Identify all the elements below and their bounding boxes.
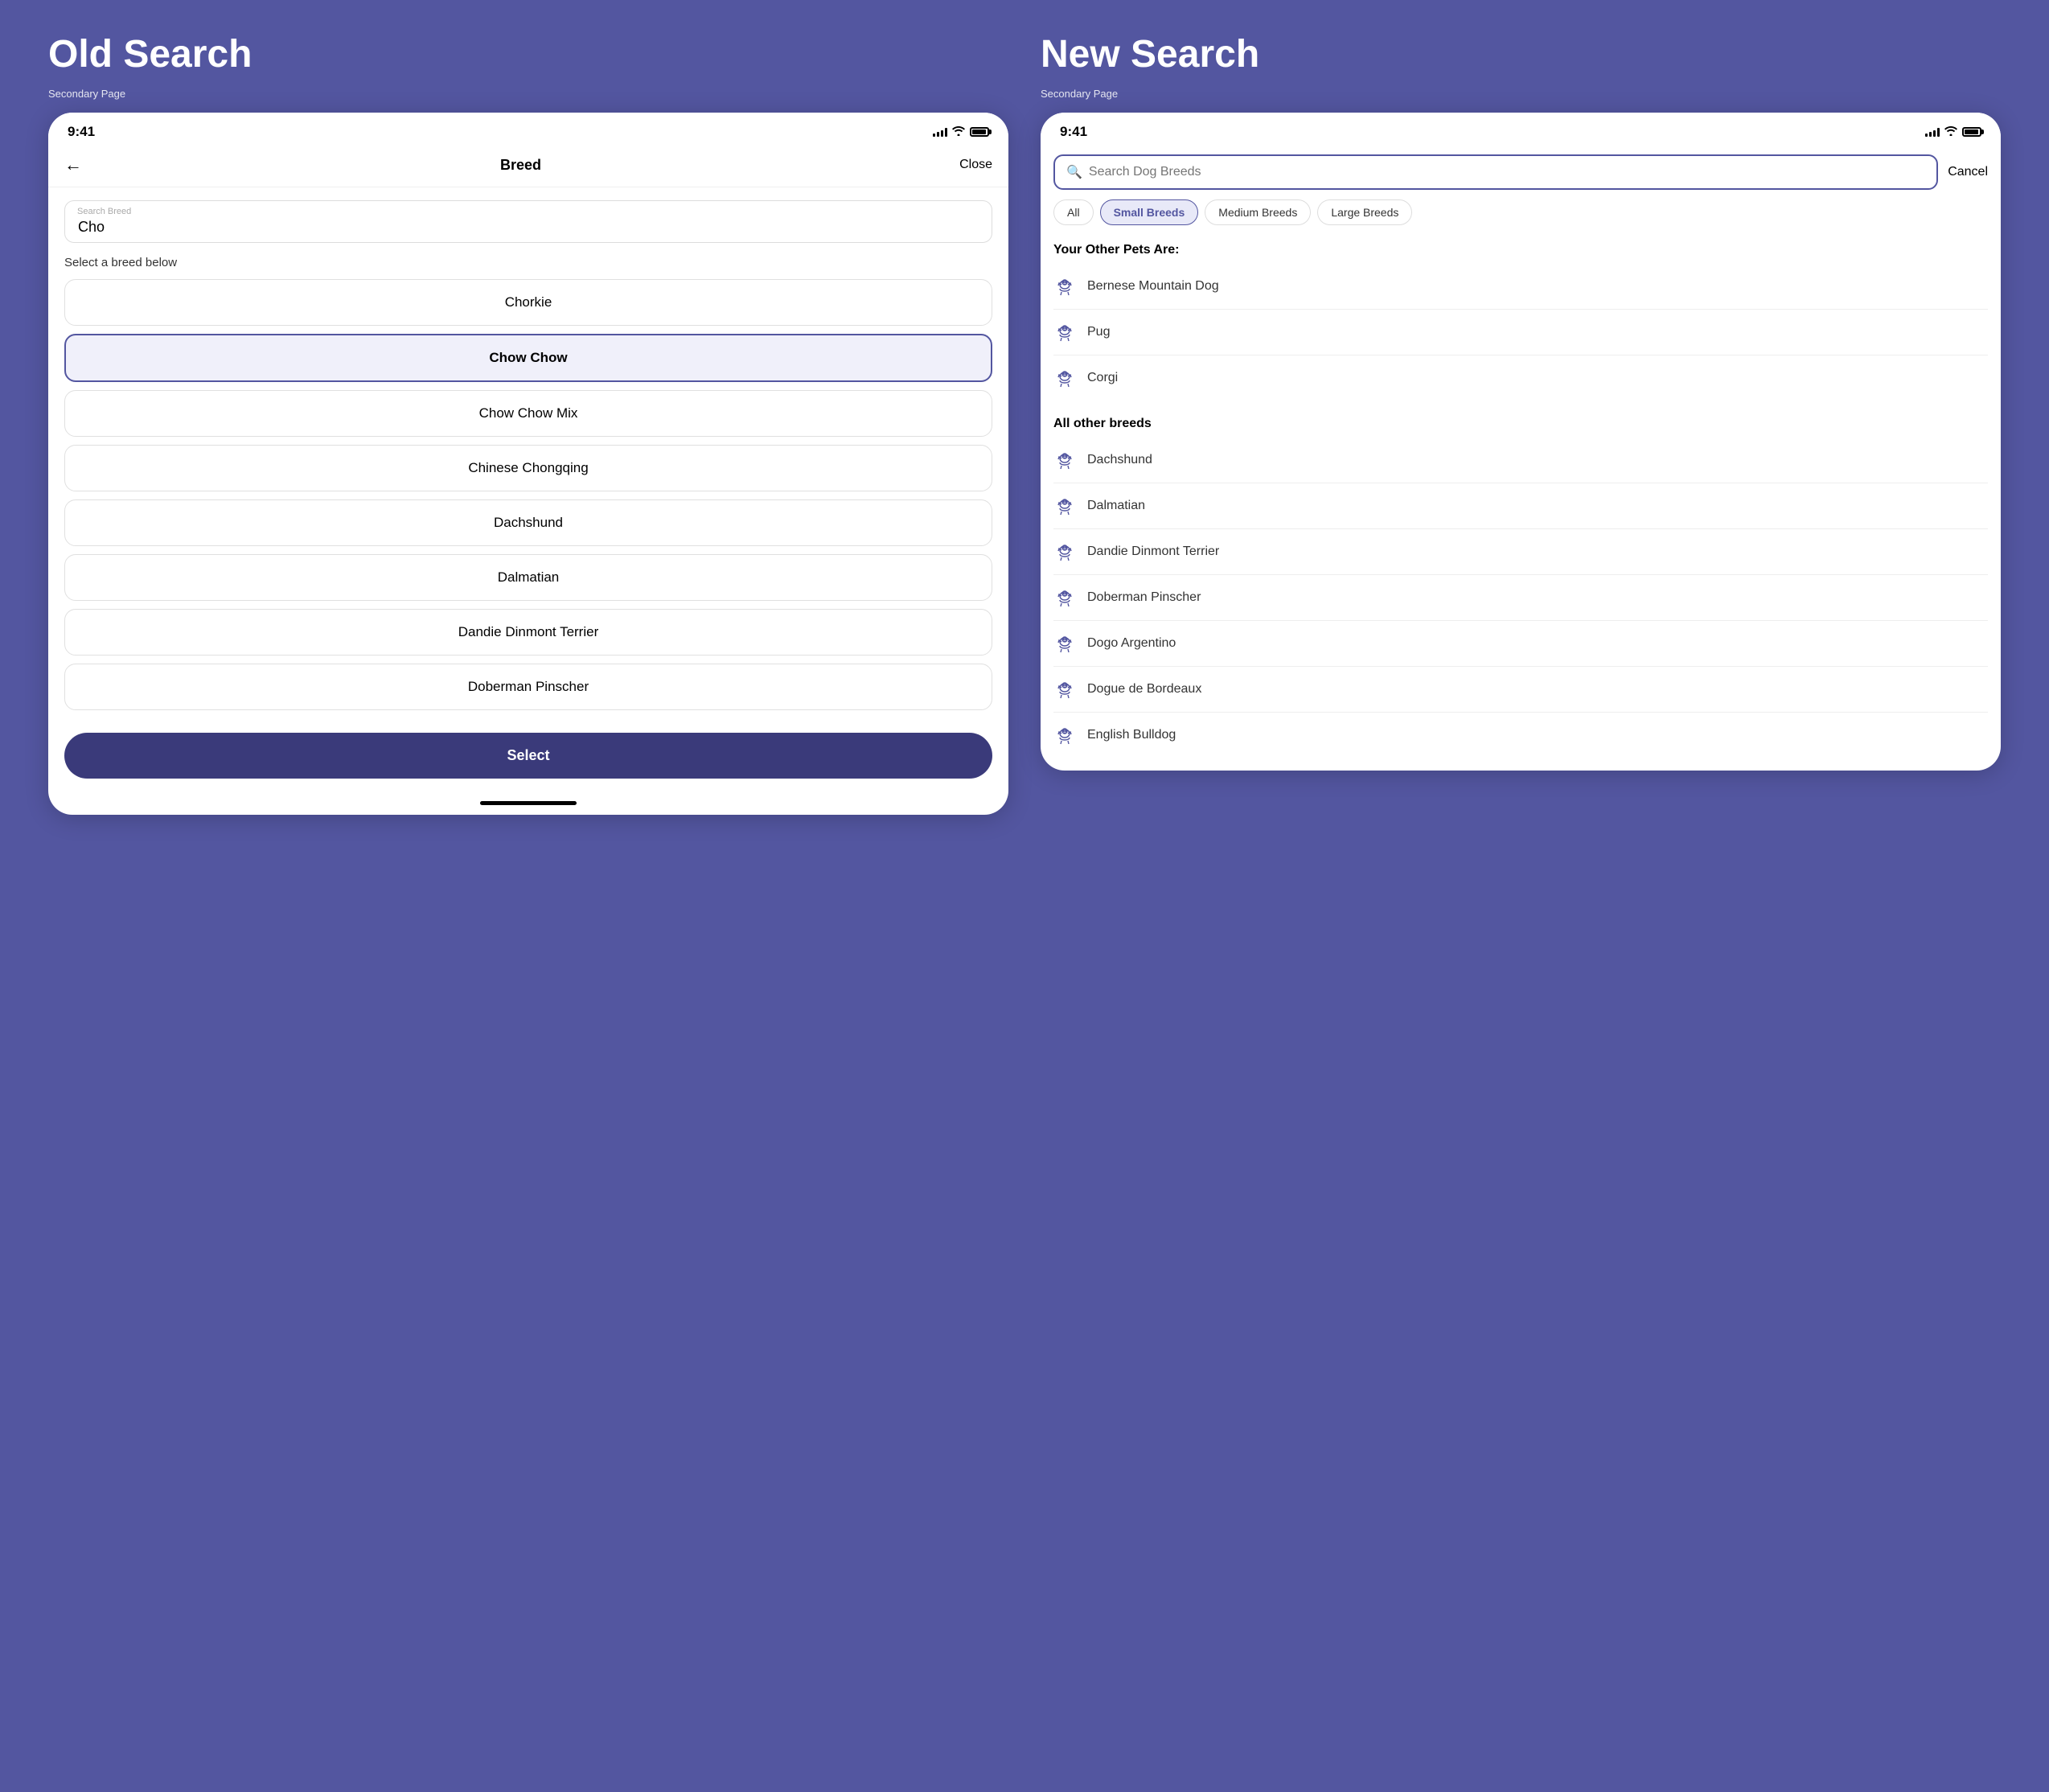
filter-chip[interactable]: All	[1053, 199, 1094, 225]
old-search-column: Old Search Secondary Page 9:41	[48, 32, 1008, 815]
your-pet-item[interactable]: Corgi	[1053, 356, 1988, 401]
your-pet-item[interactable]: Pug	[1053, 310, 1988, 356]
new-wifi-icon	[1944, 126, 1957, 138]
new-signal-bars	[1925, 127, 1940, 137]
home-indicator	[48, 795, 1008, 815]
breed-list-item[interactable]: Dogo Argentino	[1053, 621, 1988, 667]
dog-icon	[1053, 321, 1076, 343]
old-status-icons	[933, 126, 989, 138]
breed-name: Doberman Pinscher	[1087, 590, 1201, 605]
close-button[interactable]: Close	[959, 158, 992, 172]
breed-btn[interactable]: Dalmatian	[64, 554, 992, 601]
new-search-title: New Search	[1041, 32, 2001, 76]
breed-list-item[interactable]: Doberman Pinscher	[1053, 575, 1988, 621]
new-search-input-wrap[interactable]: 🔍	[1053, 154, 1938, 190]
new-status-bar: 9:41	[1041, 113, 2001, 146]
new-search-dog-breeds-input[interactable]	[1089, 165, 1925, 179]
old-secondary-label: Secondary Page	[48, 88, 1008, 100]
dog-icon	[1053, 540, 1076, 563]
filter-chip[interactable]: Medium Breeds	[1205, 199, 1311, 225]
back-button[interactable]: ←	[64, 154, 82, 175]
select-button[interactable]: Select	[64, 733, 992, 779]
breed-btn[interactable]: Chow Chow	[64, 334, 992, 382]
select-button-bar: Select	[48, 723, 1008, 795]
old-search-body: Search Breed Select a breed below Chorki…	[48, 187, 1008, 723]
old-wifi-icon	[952, 126, 965, 138]
breed-name: Dandie Dinmont Terrier	[1087, 545, 1219, 559]
dog-icon	[1053, 678, 1076, 701]
pet-breed-name: Pug	[1087, 325, 1110, 339]
new-search-body: Your Other Pets Are: Bernese Mountain Do…	[1041, 236, 2001, 771]
dog-icon	[1053, 367, 1076, 389]
cancel-button[interactable]: Cancel	[1948, 165, 1988, 179]
new-phone-frame: 9:41	[1041, 113, 2001, 771]
new-battery-icon	[1962, 127, 1981, 137]
old-phone-frame: 9:41 ← B	[48, 113, 1008, 815]
breed-btn[interactable]: Dachshund	[64, 499, 992, 546]
dog-icon	[1053, 449, 1076, 471]
all-breeds-list: Dachshund Dalmatian Dandie Dinmont Terri…	[1053, 438, 1988, 758]
dog-icon	[1053, 495, 1076, 517]
breed-list-item[interactable]: Dandie Dinmont Terrier	[1053, 529, 1988, 575]
your-pets-list: Bernese Mountain Dog Pug Corgi	[1053, 264, 1988, 401]
old-status-bar: 9:41	[48, 113, 1008, 146]
search-breed-input[interactable]	[64, 200, 992, 243]
breed-list-item[interactable]: English Bulldog	[1053, 713, 1988, 758]
select-breed-label: Select a breed below	[64, 256, 992, 269]
pet-breed-name: Bernese Mountain Dog	[1087, 279, 1219, 294]
new-search-column: New Search Secondary Page 9:41	[1041, 32, 2001, 771]
breed-btn[interactable]: Doberman Pinscher	[64, 664, 992, 710]
breed-btn[interactable]: Chorkie	[64, 279, 992, 326]
breed-btn[interactable]: Chow Chow Mix	[64, 390, 992, 437]
filter-chips: AllSmall BreedsMedium BreedsLarge Breeds	[1041, 199, 2001, 236]
old-signal-bars	[933, 127, 947, 137]
new-status-time: 9:41	[1060, 124, 1087, 140]
breed-name: Dogo Argentino	[1087, 636, 1176, 651]
your-pets-title: Your Other Pets Are:	[1053, 236, 1988, 261]
breed-name: Dachshund	[1087, 453, 1152, 467]
old-status-time: 9:41	[68, 124, 95, 140]
search-mag-icon: 🔍	[1066, 164, 1082, 180]
dog-icon	[1053, 632, 1076, 655]
nav-title: Breed	[500, 157, 541, 174]
all-breeds-title: All other breeds	[1053, 410, 1988, 434]
breed-list-item[interactable]: Dachshund	[1053, 438, 1988, 483]
new-secondary-label: Secondary Page	[1041, 88, 2001, 100]
new-search-bar-container: 🔍 Cancel	[1041, 146, 2001, 199]
old-battery-icon	[970, 127, 989, 137]
dog-icon	[1053, 724, 1076, 746]
dog-icon	[1053, 275, 1076, 298]
filter-chip[interactable]: Small Breeds	[1100, 199, 1199, 225]
old-nav-bar: ← Breed Close	[48, 146, 1008, 187]
breed-btn[interactable]: Dandie Dinmont Terrier	[64, 609, 992, 656]
breed-list-item[interactable]: Dalmatian	[1053, 483, 1988, 529]
filter-chip[interactable]: Large Breeds	[1317, 199, 1412, 225]
breed-list-item[interactable]: Dogue de Bordeaux	[1053, 667, 1988, 713]
breed-list: Chorkie Chow Chow Chow Chow Mix Chinese Cho…	[64, 279, 992, 710]
breed-name: Dalmatian	[1087, 499, 1145, 513]
breed-btn[interactable]: Chinese Chongqing	[64, 445, 992, 491]
new-status-icons	[1925, 126, 1981, 138]
dog-icon	[1053, 586, 1076, 609]
search-field-wrapper: Search Breed	[64, 200, 992, 243]
breed-name: English Bulldog	[1087, 728, 1176, 742]
pet-breed-name: Corgi	[1087, 371, 1118, 385]
your-pet-item[interactable]: Bernese Mountain Dog	[1053, 264, 1988, 310]
old-search-title: Old Search	[48, 32, 1008, 76]
search-field-label: Search Breed	[77, 207, 131, 216]
breed-name: Dogue de Bordeaux	[1087, 682, 1201, 697]
